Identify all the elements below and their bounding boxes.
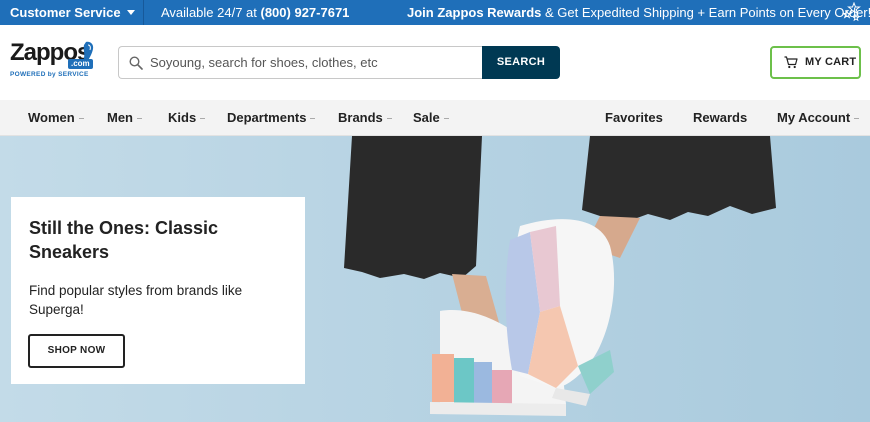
stars-icon — [842, 2, 861, 22]
dropdown-indicator-icon — [137, 118, 142, 119]
nav-item-women[interactable]: Women — [28, 100, 84, 136]
nav-label: My Account — [777, 110, 851, 125]
rewards-promo-link[interactable]: Join Zappos Rewards & Get Expedited Ship… — [407, 0, 870, 25]
cart-icon — [784, 56, 798, 69]
shop-now-button[interactable]: SHOP NOW — [28, 334, 125, 368]
availability-text: Available 24/7 at (800) 927-7671 — [161, 0, 349, 25]
search-icon — [129, 56, 143, 70]
logo-dotcom: .com — [68, 59, 93, 69]
nav-label: Rewards — [693, 110, 748, 125]
promo-title: Still the Ones: Classic Sneakers — [29, 218, 219, 262]
dropdown-indicator-icon — [200, 118, 206, 119]
hero-banner[interactable]: Still the Ones: Classic Sneakers Find po… — [0, 136, 870, 422]
nav-label: Men — [107, 110, 133, 125]
dropdown-indicator-icon — [443, 118, 449, 119]
top-bar: Customer Service Available 24/7 at (800)… — [0, 0, 870, 25]
search-input[interactable] — [150, 47, 480, 78]
site-header: Zappos .com POWERED by SERVICE SEARCH MY… — [0, 25, 870, 100]
nav-item-sale[interactable]: Sale — [413, 100, 449, 136]
nav-label: Brands — [338, 110, 383, 125]
nav-label: Kids — [168, 110, 197, 125]
dropdown-indicator-icon — [386, 118, 392, 119]
search-box — [118, 46, 484, 79]
zappos-logo[interactable]: Zappos .com POWERED by SERVICE — [10, 41, 100, 83]
nav-item-departments[interactable]: Departments — [227, 100, 316, 136]
nav-label: Departments — [227, 110, 307, 125]
dropdown-indicator-icon — [310, 118, 316, 119]
nav-label: Sale — [413, 110, 440, 125]
nav-item-brands[interactable]: Brands — [338, 100, 392, 136]
promo-card: Still the Ones: Classic Sneakers Find po… — [11, 197, 305, 384]
customer-service-menu[interactable]: Customer Service — [0, 0, 144, 25]
nav-item-rewards[interactable]: Rewards — [693, 100, 747, 136]
dropdown-indicator-icon — [78, 118, 84, 119]
phone-number[interactable]: (800) 927-7671 — [261, 5, 350, 20]
promo-description: Find popular styles from brands like Sup… — [29, 283, 243, 317]
caret-down-icon — [126, 10, 135, 15]
logo-tagline: POWERED by SERVICE — [10, 71, 89, 78]
nav-item-favorites[interactable]: Favorites — [605, 100, 663, 136]
main-nav: Women Men Kids Departments Brands Sale F… — [0, 100, 870, 136]
dropdown-indicator-icon — [854, 118, 860, 119]
nav-item-kids[interactable]: Kids — [168, 100, 206, 136]
rewards-benefits-text: & Get Expedited Shipping + Earn Points o… — [541, 5, 870, 20]
availability-prefix: Available 24/7 at — [161, 5, 261, 20]
cart-label: MY CART — [805, 56, 857, 68]
nav-item-my-account[interactable]: My Account — [777, 100, 860, 136]
customer-service-label: Customer Service — [10, 5, 121, 20]
nav-item-men[interactable]: Men — [107, 100, 142, 136]
search-button[interactable]: SEARCH — [482, 46, 560, 79]
nav-label: Women — [28, 110, 75, 125]
rewards-join-text: Join Zappos Rewards — [407, 5, 542, 20]
nav-label: Favorites — [605, 110, 663, 125]
my-cart-button[interactable]: MY CART — [770, 46, 861, 79]
